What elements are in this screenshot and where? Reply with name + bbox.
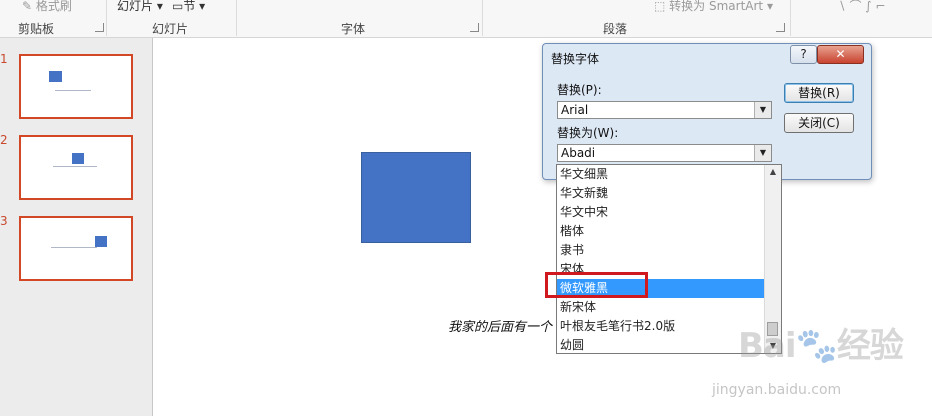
chevron-down-icon[interactable]: ▼ bbox=[754, 145, 771, 161]
chevron-down-icon: ▾ bbox=[153, 0, 163, 13]
slide-thumbnail-1[interactable] bbox=[19, 54, 133, 119]
thumbnail-shape bbox=[49, 71, 62, 82]
convert-smartart-button[interactable]: ⬚ 转换为 SmartArt ▾ bbox=[654, 0, 773, 14]
dialog-launcher-icon[interactable] bbox=[470, 23, 479, 32]
thumbnail-shape bbox=[95, 236, 107, 247]
thumbnail-text-line bbox=[55, 90, 91, 91]
baidu-jingyan-watermark-logo: Bai🐾经验 bbox=[738, 326, 904, 366]
slide-text[interactable]: 我家的后面有一个 bbox=[448, 316, 552, 335]
format-painter-button[interactable]: ✎ 格式刷 bbox=[22, 0, 72, 14]
chevron-down-icon[interactable]: ▼ bbox=[754, 102, 771, 118]
list-item[interactable]: 华文细黑 bbox=[557, 165, 765, 184]
slide-number: 3 bbox=[0, 214, 8, 228]
new-slide-button[interactable]: 幻灯片 ▾ bbox=[117, 0, 163, 14]
list-item[interactable]: 叶根友毛笔行书2.0版 bbox=[557, 317, 765, 336]
annotation-highlight-box bbox=[545, 272, 648, 298]
list-item[interactable]: 新宋体 bbox=[557, 298, 765, 317]
smartart-icon: ⬚ bbox=[654, 0, 670, 13]
group-label-slides: 幻灯片 bbox=[152, 22, 189, 36]
group-divider bbox=[482, 0, 483, 36]
slide-number: 1 bbox=[0, 52, 8, 66]
list-item[interactable]: 华文新魏 bbox=[557, 184, 765, 203]
replace-with-label: 替换为(W): bbox=[557, 126, 619, 140]
replace-with-combo[interactable]: Abadi ▼ bbox=[557, 144, 772, 162]
close-icon[interactable]: ✕ bbox=[817, 45, 864, 64]
slide-thumbnail-3[interactable] bbox=[19, 216, 133, 281]
help-button[interactable]: ? bbox=[790, 45, 817, 64]
dialog-title: 替换字体 bbox=[551, 52, 600, 66]
list-item[interactable]: 华文中宋 bbox=[557, 203, 765, 222]
section-button[interactable]: ▭节 ▾ bbox=[172, 0, 205, 14]
list-item[interactable]: 隶书 bbox=[557, 241, 765, 260]
brush-icon: ✎ bbox=[22, 0, 36, 13]
replace-fonts-dialog: 替换字体 ? ✕ 替换(P): Arial ▼ 替换为(W): Abadi ▼ … bbox=[542, 43, 872, 180]
blue-rectangle-shape[interactable] bbox=[361, 152, 471, 243]
scroll-up-icon[interactable]: ▲ bbox=[765, 165, 781, 179]
dialog-launcher-icon[interactable] bbox=[776, 23, 785, 32]
group-label-paragraph: 段落 bbox=[603, 22, 628, 36]
group-label-font: 字体 bbox=[341, 22, 366, 36]
chevron-down-icon: ▾ bbox=[195, 0, 206, 13]
ribbon: ✎ 格式刷 幻灯片 ▾ ▭节 ▾ ⬚ 转换为 SmartArt ▾ ∖ ⌒ ∫ … bbox=[0, 0, 932, 38]
slides-pane: 1 2 3 bbox=[0, 38, 153, 416]
group-divider bbox=[106, 0, 107, 36]
watermark-url: jingyan.baidu.com bbox=[712, 382, 842, 398]
list-item[interactable]: 楷体 bbox=[557, 222, 765, 241]
chevron-down-icon: ▾ bbox=[763, 0, 773, 13]
thumbnail-text-line bbox=[53, 166, 97, 167]
replace-label: 替换(P): bbox=[557, 83, 602, 97]
thumbnail-shape bbox=[72, 153, 84, 164]
replace-font-value: Arial bbox=[561, 103, 589, 117]
close-button[interactable]: 关闭(C) bbox=[784, 113, 854, 133]
slide-thumbnail-2[interactable] bbox=[19, 135, 133, 200]
thumbnail-text-line bbox=[51, 247, 97, 248]
list-item[interactable]: 幼圆 bbox=[557, 336, 765, 355]
replace-with-value: Abadi bbox=[561, 146, 596, 160]
replace-button[interactable]: 替换(R) bbox=[784, 83, 854, 103]
group-label-clipboard: 剪贴板 bbox=[18, 22, 55, 36]
replace-font-combo[interactable]: Arial ▼ bbox=[557, 101, 772, 119]
section-icon: ▭ bbox=[172, 0, 184, 13]
group-divider bbox=[236, 0, 237, 36]
dialog-launcher-icon[interactable] bbox=[95, 23, 104, 32]
shapes-gallery[interactable]: ∖ ⌒ ∫ ⌐ bbox=[838, 0, 885, 14]
group-divider bbox=[790, 0, 791, 36]
slide-number: 2 bbox=[0, 133, 8, 147]
